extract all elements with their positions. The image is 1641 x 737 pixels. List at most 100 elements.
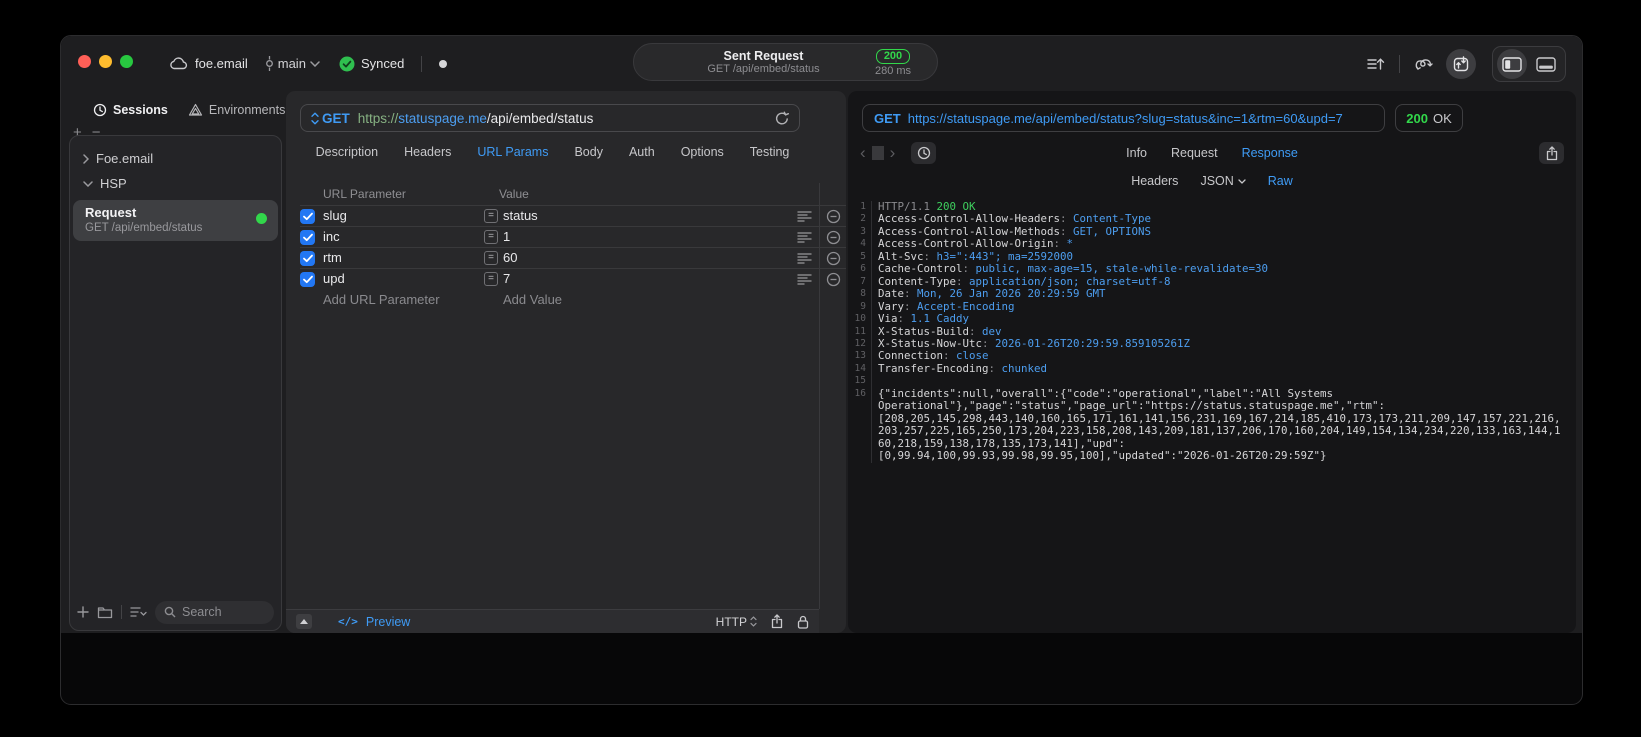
tab-environments[interactable]: Environments xyxy=(188,103,285,117)
import-export-icon[interactable] xyxy=(1446,49,1476,79)
tree-item-hsp[interactable]: HSP xyxy=(70,171,281,196)
status-code-badge: 200 xyxy=(875,49,911,64)
tab-options[interactable]: Options xyxy=(681,145,724,159)
param-name-field[interactable]: inc xyxy=(323,229,340,244)
request-item-title: Request xyxy=(85,205,137,220)
expand-panel-button[interactable] xyxy=(296,614,312,629)
param-name-field[interactable]: rtm xyxy=(323,250,342,265)
remove-param-icon[interactable] xyxy=(826,230,841,245)
line-number: 7 xyxy=(848,275,872,289)
toggle-bottom-panel-icon[interactable] xyxy=(1531,49,1561,79)
lock-icon[interactable] xyxy=(797,615,809,629)
tab-auth[interactable]: Auth xyxy=(629,145,655,159)
remove-param-icon[interactable] xyxy=(826,251,841,266)
param-options-lines-icon[interactable] xyxy=(797,231,812,244)
screen: foe.email main Synced Sent Request GET /… xyxy=(0,0,1641,737)
request-url-bar[interactable]: GET https://statuspage.me/api/embed/stat… xyxy=(300,104,800,132)
sessions-clock-icon xyxy=(93,103,107,117)
environments-layers-icon xyxy=(188,103,203,117)
add-param-row: Add URL Parameter Add Value xyxy=(300,289,846,310)
param-value-field[interactable]: 7 xyxy=(503,271,510,286)
add-group-folder-icon[interactable] xyxy=(97,605,113,619)
editor-footer: </> Preview HTTP xyxy=(286,609,819,633)
request-success-dot xyxy=(256,213,267,224)
subtab-headers[interactable]: Headers xyxy=(1131,174,1178,188)
remove-param-icon[interactable] xyxy=(826,209,841,224)
remove-param-icon[interactable] xyxy=(826,272,841,287)
raw-response-view[interactable]: 1 HTTP/1.1 200 OK 2 Access-Control-Allow-He… xyxy=(848,197,1576,633)
tab-info[interactable]: Info xyxy=(1126,146,1147,160)
subtab-json-dropdown[interactable]: JSON xyxy=(1200,174,1246,188)
add-url-parameter-button[interactable]: Add URL Parameter xyxy=(323,292,440,307)
param-row-upd: upd = 7 xyxy=(300,268,846,289)
sent-request-url-bar[interactable]: GET https://statuspage.me/api/embed/stat… xyxy=(862,104,1385,132)
line-number: 8 xyxy=(848,288,872,301)
param-checkbox[interactable] xyxy=(300,272,315,287)
request-summary-title: Sent Request xyxy=(723,48,804,63)
tab-body[interactable]: Body xyxy=(574,145,603,159)
line-number: 10 xyxy=(848,313,872,326)
param-checkbox[interactable] xyxy=(300,209,315,224)
subtab-raw[interactable]: Raw xyxy=(1268,174,1293,188)
list-sort-icon[interactable] xyxy=(130,606,147,618)
zoom-window-button[interactable] xyxy=(120,55,133,68)
response-subtabs: Headers JSON Raw xyxy=(848,171,1576,191)
column-header-value: Value xyxy=(499,187,529,201)
tab-url-params[interactable]: URL Params xyxy=(477,145,548,159)
close-window-button[interactable] xyxy=(78,55,91,68)
add-request-button[interactable] xyxy=(77,606,89,618)
tab-headers[interactable]: Headers xyxy=(404,145,451,159)
branch-icon xyxy=(265,56,274,71)
search-icon xyxy=(164,606,176,618)
param-checkbox[interactable] xyxy=(300,251,315,266)
tab-sessions[interactable]: Sessions xyxy=(93,103,168,117)
request-summary-subtitle: GET /api/embed/status xyxy=(707,62,820,75)
sent-method: GET xyxy=(874,110,901,126)
tab-request[interactable]: Request xyxy=(1171,146,1218,160)
code-icon: </> xyxy=(338,615,358,628)
tab-description[interactable]: Description xyxy=(316,145,379,159)
branch-selector[interactable]: main xyxy=(265,56,320,71)
sent-url: https://statuspage.me/api/embed/status?s… xyxy=(907,110,1343,126)
param-options-lines-icon[interactable] xyxy=(797,252,812,265)
tab-environments-label: Environments xyxy=(208,103,286,117)
param-options-lines-icon[interactable] xyxy=(797,273,812,286)
tab-response[interactable]: Response xyxy=(1242,146,1298,160)
request-method[interactable]: GET xyxy=(322,111,350,126)
param-checkbox[interactable] xyxy=(300,230,315,245)
line-number: 16 xyxy=(848,387,872,401)
synced-check-icon xyxy=(339,56,355,72)
tree-item-foe-email[interactable]: Foe.email xyxy=(70,146,281,171)
resend-refresh-icon[interactable] xyxy=(775,111,789,126)
request-duration: 280 ms xyxy=(874,65,912,77)
request-list-item-selected[interactable]: Request GET /api/embed/status xyxy=(73,200,278,241)
chevron-down-icon xyxy=(83,180,93,187)
param-value-field[interactable]: status xyxy=(503,208,538,223)
sidebar-search[interactable] xyxy=(155,600,274,624)
sync-status[interactable]: Synced xyxy=(339,56,404,72)
tree-item-label: HSP xyxy=(100,176,127,191)
request-summary-capsule[interactable]: Sent Request GET /api/embed/status 200 2… xyxy=(633,43,938,81)
preview-button[interactable]: Preview xyxy=(366,615,410,629)
sidebar: Sessions Environments + − Foe.email HSP … xyxy=(69,91,285,633)
method-selector-icon[interactable] xyxy=(311,112,319,125)
toggle-left-panel-icon[interactable] xyxy=(1497,49,1527,79)
param-name-field[interactable]: upd xyxy=(323,271,345,286)
traffic-lights xyxy=(78,55,133,68)
share-icon[interactable] xyxy=(771,614,783,629)
export-share-icon[interactable] xyxy=(1539,142,1564,164)
project-name[interactable]: foe.email xyxy=(195,56,248,71)
param-value-field[interactable]: 1 xyxy=(503,229,510,244)
param-options-lines-icon[interactable] xyxy=(797,210,812,223)
line-number xyxy=(848,425,872,438)
search-input[interactable] xyxy=(182,605,265,619)
protocol-selector[interactable]: HTTP xyxy=(716,615,757,629)
sort-send-icon[interactable] xyxy=(1361,49,1391,79)
param-name-field[interactable]: slug xyxy=(323,208,347,223)
add-value-button[interactable]: Add Value xyxy=(503,292,562,307)
minimize-window-button[interactable] xyxy=(99,55,112,68)
line-number: 3 xyxy=(848,225,872,239)
tab-testing[interactable]: Testing xyxy=(750,145,790,159)
sync-loop-icon[interactable] xyxy=(1408,49,1438,79)
param-value-field[interactable]: 60 xyxy=(503,250,517,265)
